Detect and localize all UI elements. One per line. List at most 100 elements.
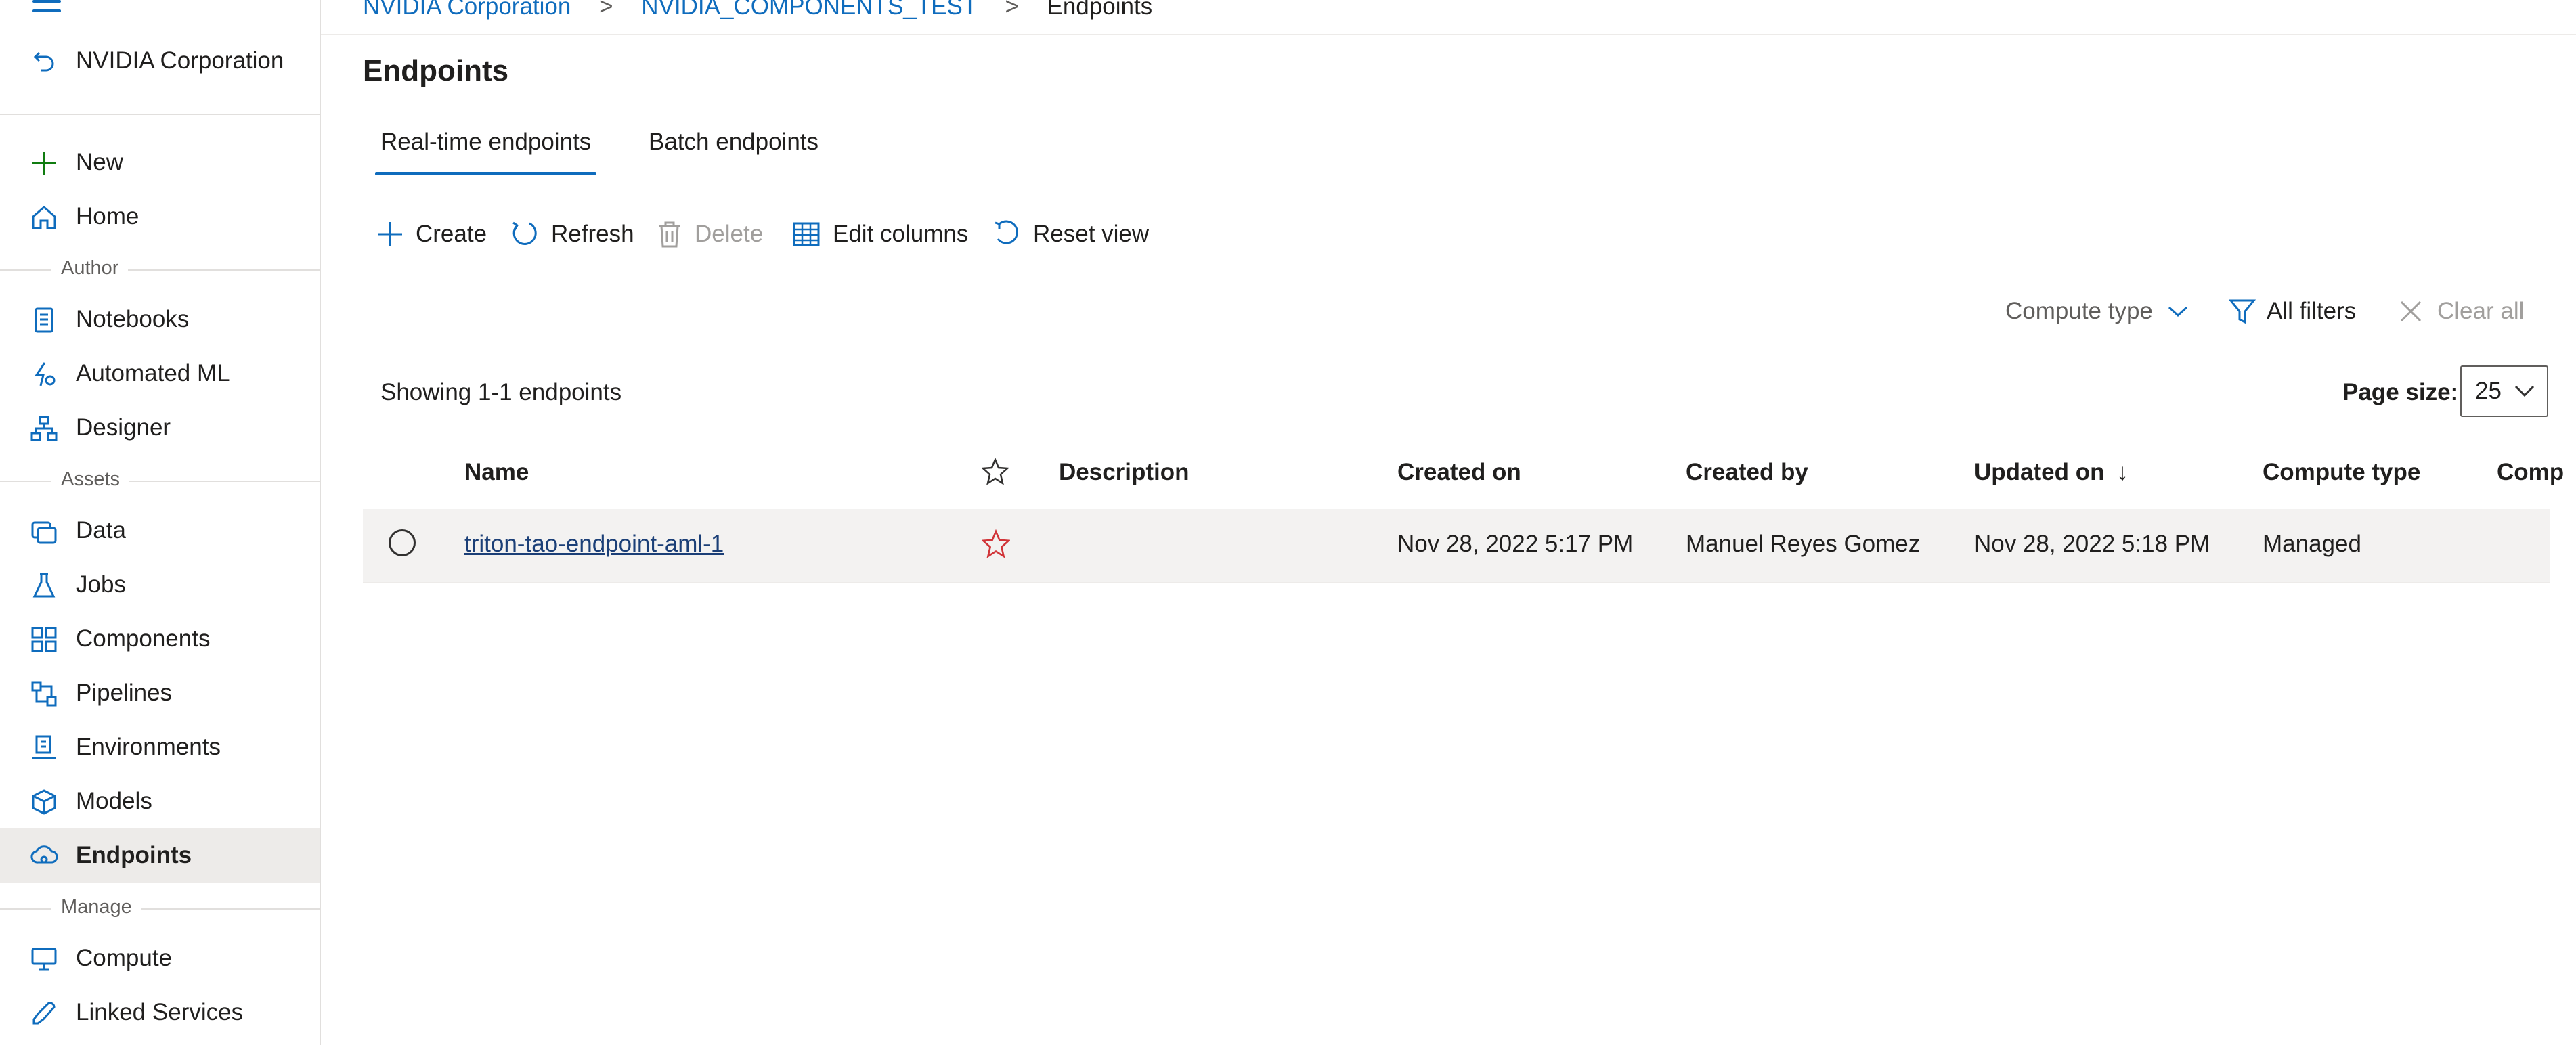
star-outline-icon[interactable] bbox=[982, 458, 1009, 485]
workspace-name: NVIDIA Corporation bbox=[76, 47, 284, 74]
reset-icon bbox=[995, 220, 1019, 244]
plus-icon bbox=[32, 152, 56, 175]
column-header-truncated[interactable]: Comp bbox=[2497, 459, 2564, 486]
workspace-back-link[interactable]: NVIDIA Corporation bbox=[0, 34, 320, 88]
clear-all-label: Clear all bbox=[2437, 298, 2525, 324]
endpoint-name-link[interactable]: triton-tao-endpoint-aml-1 bbox=[464, 531, 724, 558]
all-filters-label: All filters bbox=[2267, 298, 2357, 324]
delete-button[interactable]: Delete bbox=[657, 215, 763, 253]
chevron-down-icon bbox=[2168, 306, 2187, 317]
compute-type-filter-label: Compute type bbox=[2005, 298, 2153, 324]
home-icon bbox=[32, 206, 56, 229]
sidebar-item-components[interactable]: Components bbox=[0, 612, 320, 666]
create-label: Create bbox=[416, 221, 487, 247]
components-icon bbox=[31, 627, 57, 652]
sidebar-item-data[interactable]: Data bbox=[0, 504, 320, 558]
page-size-label: Page size: bbox=[2342, 379, 2459, 405]
data-icon bbox=[31, 521, 57, 544]
section-author: Author bbox=[51, 257, 129, 280]
sidebar-item-label: Linked Services bbox=[76, 999, 244, 1025]
edit-columns-button[interactable]: Edit columns bbox=[792, 215, 968, 253]
column-header-created-on[interactable]: Created on bbox=[1397, 459, 1521, 486]
column-header-description[interactable]: Description bbox=[1059, 459, 1189, 486]
column-header-updated-on[interactable]: Updated on ↓ bbox=[1974, 459, 2129, 486]
all-filters-button[interactable]: All filters bbox=[2229, 292, 2356, 330]
sidebar-item-environments[interactable]: Environments bbox=[0, 720, 320, 774]
refresh-button[interactable]: Refresh bbox=[510, 215, 634, 253]
divider bbox=[0, 908, 321, 910]
endpoint-created-by: Manuel Reyes Gomez bbox=[1686, 531, 1921, 557]
favorite-star-icon[interactable] bbox=[982, 529, 1010, 558]
row-select-radio[interactable] bbox=[389, 529, 416, 556]
results-count: Showing 1-1 endpoints bbox=[380, 379, 622, 405]
header-divider bbox=[321, 34, 2576, 35]
section-assets: Assets bbox=[51, 468, 130, 491]
updated-on-label: Updated on bbox=[1974, 459, 2105, 485]
table-header: Name Description Created on Created by U… bbox=[363, 447, 2564, 497]
tab-batch-endpoints[interactable]: Batch endpoints bbox=[649, 129, 818, 156]
page-title: Endpoints bbox=[363, 54, 509, 87]
table-row[interactable]: triton-tao-endpoint-aml-1 Nov 28, 2022 5… bbox=[363, 509, 2550, 583]
sidebar-item-label: Home bbox=[76, 203, 139, 229]
filter-icon bbox=[2229, 299, 2256, 324]
column-header-created-by[interactable]: Created by bbox=[1686, 459, 1808, 486]
divider bbox=[0, 269, 321, 271]
sidebar-item-automated-ml[interactable]: Automated ML bbox=[0, 347, 320, 401]
sidebar-item-models[interactable]: Models bbox=[0, 774, 320, 828]
cube-icon bbox=[32, 789, 56, 815]
sidebar-item-compute[interactable]: Compute bbox=[0, 931, 320, 985]
sidebar-item-label: New bbox=[76, 149, 124, 175]
column-header-name[interactable]: Name bbox=[464, 459, 529, 486]
compute-type-filter[interactable]: Compute type bbox=[2005, 292, 2189, 330]
page-size-select[interactable]: 25 bbox=[2460, 365, 2548, 417]
sidebar-item-pipelines[interactable]: Pipelines bbox=[0, 666, 320, 720]
monitor-icon bbox=[31, 948, 57, 971]
notebook-icon bbox=[35, 307, 53, 333]
create-button[interactable]: Create bbox=[376, 215, 487, 253]
divider bbox=[0, 114, 321, 115]
breadcrumb-current: Endpoints bbox=[1047, 0, 1153, 20]
section-manage: Manage bbox=[51, 896, 141, 918]
breadcrumb-separator: > bbox=[1005, 0, 1019, 20]
sidebar-item-label: Data bbox=[76, 517, 126, 543]
sidebar-item-label: Designer bbox=[76, 414, 171, 441]
sidebar-item-label: Endpoints bbox=[76, 842, 192, 868]
endpoint-created-on: Nov 28, 2022 5:17 PM bbox=[1397, 531, 1634, 557]
sidebar-item-new[interactable]: New bbox=[0, 135, 320, 190]
breadcrumb-link-workspace[interactable]: NVIDIA_COMPONENTS_TEST bbox=[641, 0, 976, 20]
sidebar-item-linked-services[interactable]: Linked Services bbox=[0, 985, 320, 1040]
close-icon bbox=[2400, 301, 2422, 322]
refresh-icon bbox=[512, 221, 537, 245]
column-header-compute-type[interactable]: Compute type bbox=[2263, 459, 2420, 486]
environments-icon bbox=[32, 735, 56, 759]
sidebar-item-label: Models bbox=[76, 788, 152, 814]
sidebar-item-label: Jobs bbox=[76, 571, 126, 598]
sidebar-item-label: Compute bbox=[76, 945, 173, 971]
sort-descending-arrow-icon: ↓ bbox=[2116, 459, 2129, 485]
back-arrow-icon bbox=[33, 51, 54, 72]
hamburger-menu-icon[interactable] bbox=[32, 0, 61, 16]
page-size-value: 25 bbox=[2475, 378, 2502, 404]
endpoints-cloud-icon bbox=[30, 845, 58, 864]
sidebar-item-notebooks[interactable]: Notebooks bbox=[0, 292, 320, 347]
chevron-down-icon bbox=[2514, 385, 2535, 397]
sidebar-item-endpoints[interactable]: Endpoints bbox=[0, 828, 320, 883]
clear-all-button[interactable]: Clear all bbox=[2399, 292, 2524, 330]
sidebar-item-label: Automated ML bbox=[76, 360, 230, 386]
sidebar-item-label: Notebooks bbox=[76, 306, 190, 332]
endpoint-compute-type: Managed bbox=[2263, 531, 2361, 557]
sidebar-item-designer[interactable]: Designer bbox=[0, 401, 320, 455]
sidebar-item-home[interactable]: Home bbox=[0, 190, 320, 244]
breadcrumb-link-organization[interactable]: NVIDIA Corporation bbox=[363, 0, 571, 20]
edit-columns-label: Edit columns bbox=[833, 221, 969, 247]
sidebar-item-jobs[interactable]: Jobs bbox=[0, 558, 320, 612]
sidebar-item-label: Pipelines bbox=[76, 680, 173, 706]
endpoint-updated-on: Nov 28, 2022 5:18 PM bbox=[1974, 531, 2210, 557]
sidebar-item-label: Environments bbox=[76, 734, 221, 760]
tab-real-time-endpoints[interactable]: Real-time endpoints bbox=[374, 129, 597, 175]
reset-view-button[interactable]: Reset view bbox=[994, 215, 1149, 253]
sidebar-item-label: Components bbox=[76, 625, 211, 652]
pipelines-icon bbox=[31, 681, 57, 707]
link-icon bbox=[32, 1002, 56, 1025]
plus-icon bbox=[378, 222, 402, 246]
